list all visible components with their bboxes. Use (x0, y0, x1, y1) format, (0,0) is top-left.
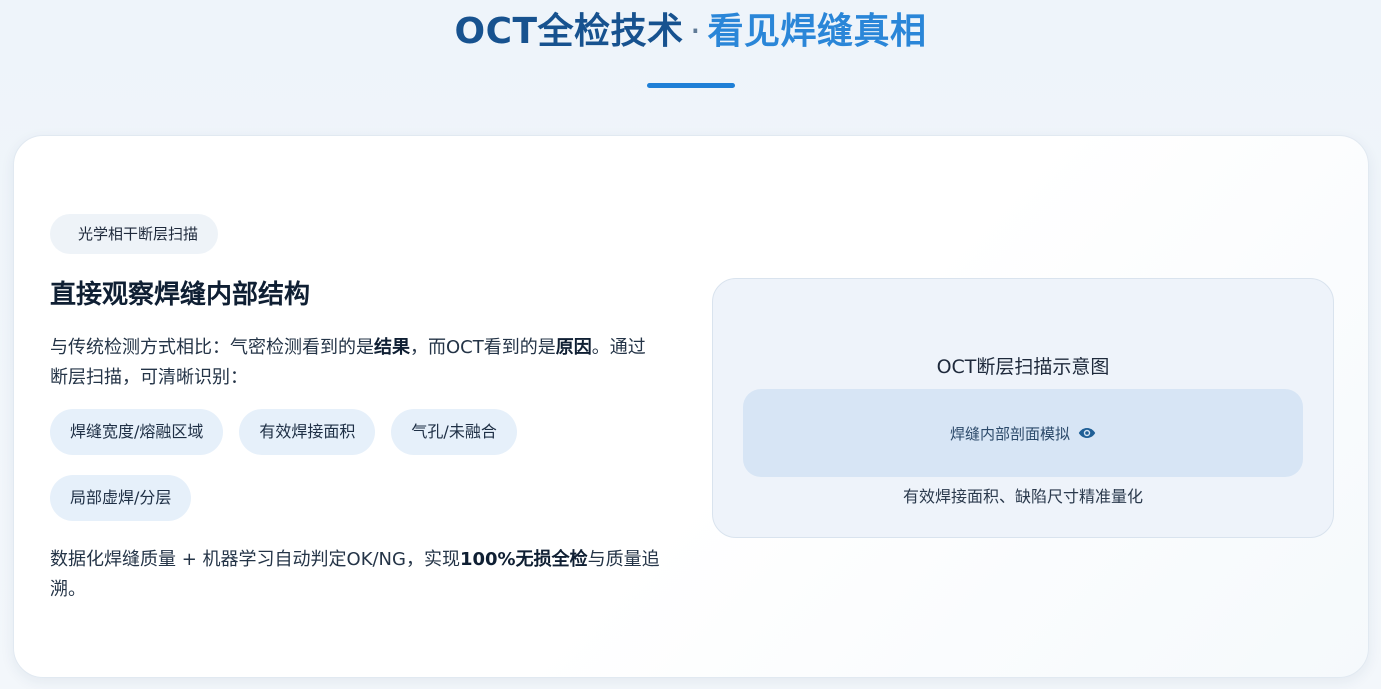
page: OCT全检技术 · 看见焊缝真相 光学相干断层扫描 直接观察焊缝内部结构 与传统检测… (0, 0, 1381, 689)
desc-text-2: ，而OCT看到的是 (410, 337, 556, 358)
chip-effective-area: 有效焊接面积 (239, 409, 376, 455)
page-title-main: OCT全检技术 (454, 11, 684, 52)
desc-text-1: 与传统检测方式相比：气密检测看到的是 (50, 337, 374, 358)
scan-label: 焊缝内部剖面模拟 (949, 424, 1070, 443)
feature-summary: 数据化焊缝质量 + 机器学习自动判定OK/NG，实现100%无损全检与质量追溯。 (50, 545, 660, 605)
eye-icon (1078, 428, 1096, 438)
diagram-title: OCT断层扫描示意图 (936, 356, 1110, 378)
chip-weld-width: 焊缝宽度/熔融区域 (50, 409, 224, 455)
page-title-sub: 看见焊缝真相 (707, 11, 927, 52)
chip-false-weld: 局部虚焊/分层 (50, 475, 192, 521)
feature-title: 直接观察焊缝内部结构 (50, 280, 311, 310)
desc-emphasis-cause: 原因 (555, 337, 592, 358)
feature-description: 与传统检测方式相比：气密检测看到的是结果，而OCT看到的是原因。通过断层扫描，可… (50, 333, 650, 393)
summary-emphasis: 100%无损全检 (459, 549, 588, 570)
diagram-caption: 有效焊接面积、缺陷尺寸精准量化 (902, 487, 1143, 506)
summary-text-1: 数据化焊缝质量 + 机器学习自动判定OK/NG，实现 (50, 549, 460, 570)
title-underline (647, 83, 735, 88)
technology-tag: 光学相干断层扫描 (50, 214, 219, 254)
desc-emphasis-result: 结果 (374, 337, 410, 358)
feature-text-column: 光学相干断层扫描 直接观察焊缝内部结构 与传统检测方式相比：气密检测看到的是结果… (50, 214, 670, 605)
chip-porosity: 气孔/未融合 (391, 409, 517, 455)
feature-card: 光学相干断层扫描 直接观察焊缝内部结构 与传统检测方式相比：气密检测看到的是结果… (13, 135, 1369, 678)
detection-chip-list: 焊缝宽度/熔融区域 有效焊接面积 气孔/未融合局部虚焊/分层 (50, 409, 670, 541)
weld-profile-simulation: 焊缝内部剖面模拟 (743, 389, 1303, 477)
page-title-separator: · (689, 11, 702, 52)
page-title: OCT全检技术 · 看见焊缝真相 (0, 2, 1381, 54)
oct-diagram-panel: OCT断层扫描示意图 焊缝内部剖面模拟 有效焊接面积、缺陷尺寸精准量化 (712, 278, 1334, 538)
